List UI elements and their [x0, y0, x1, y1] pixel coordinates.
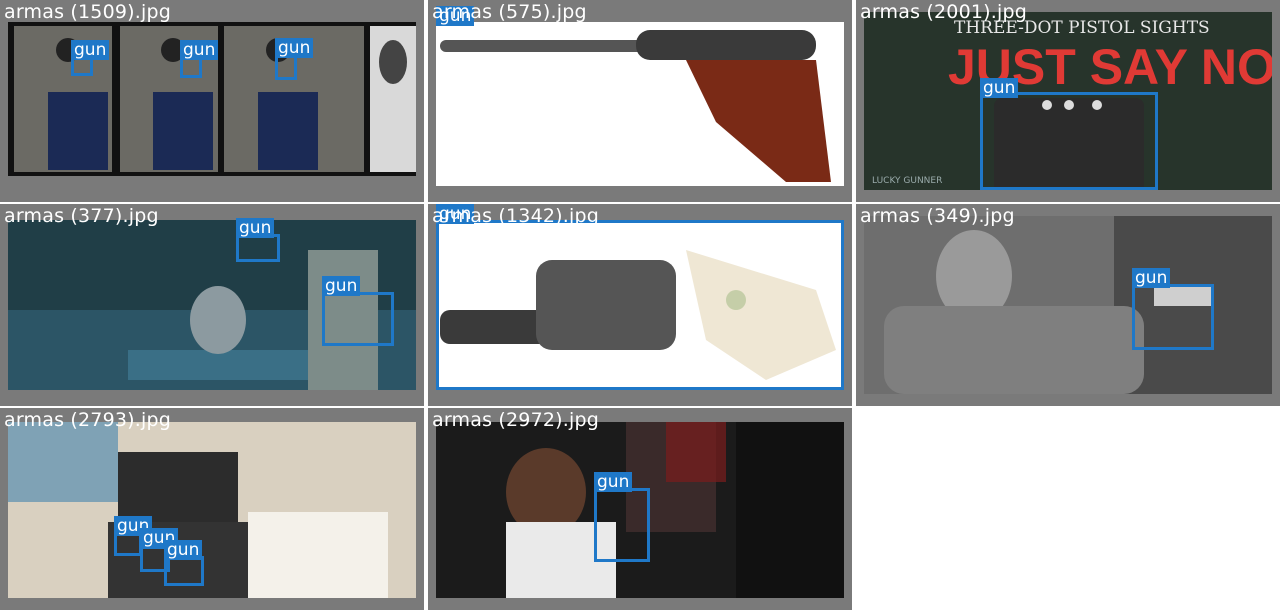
- detection-label: gun: [275, 38, 314, 58]
- detection-box-gun: [594, 488, 650, 562]
- detection-label: gun: [71, 40, 110, 60]
- detection-box-gun: [322, 292, 394, 346]
- image-thumbnail: [8, 422, 416, 598]
- image-cell-1[interactable]: gun gun gun armas (1509).jpg: [0, 0, 424, 202]
- image-filename: armas (1342).jpg: [432, 205, 600, 227]
- detection-box-gun: [980, 92, 1158, 190]
- detection-label: gun: [236, 218, 275, 238]
- image-cell-3[interactable]: THREE-DOT PISTOL SIGHTS JUST SAY NO! LUC…: [856, 0, 1280, 202]
- image-filename: armas (575).jpg: [432, 1, 587, 23]
- gun-case-image: [8, 422, 416, 598]
- detection-box-gun: [236, 234, 280, 262]
- image-cell-2[interactable]: gun armas (575).jpg: [428, 0, 852, 202]
- image-filename: armas (349).jpg: [860, 205, 1015, 227]
- image-filename: armas (2793).jpg: [4, 409, 172, 431]
- image-cell-7[interactable]: gun gun gun armas (2793).jpg: [0, 408, 424, 610]
- image-filename: armas (2972).jpg: [432, 409, 600, 431]
- image-cell-8[interactable]: gun armas (2972).jpg: [428, 408, 852, 610]
- image-cell-6[interactable]: gun armas (349).jpg: [856, 204, 1280, 406]
- detection-box-gun: [164, 556, 204, 586]
- vintage-pistol-image: [440, 30, 831, 182]
- brand-logo: LUCKY GUNNER: [872, 176, 943, 186]
- image-filename: armas (1509).jpg: [4, 1, 172, 23]
- image-filename: armas (2001).jpg: [860, 1, 1028, 23]
- image-cell-4[interactable]: gun gun armas (377).jpg: [0, 204, 424, 406]
- detection-label: gun: [980, 78, 1019, 98]
- detection-label: gun: [180, 40, 219, 60]
- image-filename: armas (377).jpg: [4, 205, 159, 227]
- image-cell-5[interactable]: gun armas (1342).jpg: [428, 204, 852, 406]
- detection-label: gun: [322, 276, 361, 296]
- detection-label: gun: [594, 472, 633, 492]
- detection-box-gun: [436, 220, 844, 390]
- detection-label: gun: [164, 540, 203, 560]
- detection-label: gun: [1132, 268, 1171, 288]
- image-thumbnail: [436, 22, 844, 186]
- detection-box-gun: [1132, 284, 1214, 350]
